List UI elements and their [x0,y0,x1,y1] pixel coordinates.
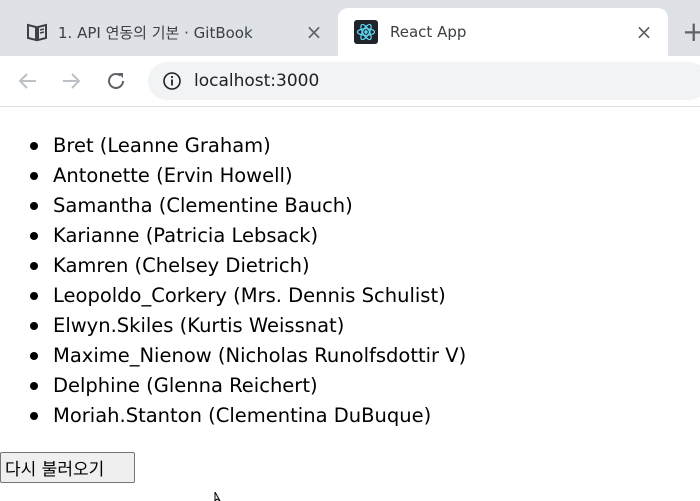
user-label: Moriah.Stanton (Clementina DuBuque) [53,404,432,427]
new-tab-icon[interactable]: + [682,18,700,46]
list-item: Samantha (Clementine Bauch) [0,191,466,221]
list-item: Kamren (Chelsey Dietrich) [0,251,466,281]
close-tab-icon[interactable]: × [634,22,654,42]
react-icon [354,20,378,44]
bullet [30,352,38,360]
user-label: Leopoldo_Corkery (Mrs. Dennis Schulist) [53,284,446,307]
user-label: Kamren (Chelsey Dietrich) [53,254,310,277]
forward-arrow-icon[interactable] [58,68,84,94]
tab-title: 1. API 연동의 기본 · GitBook [58,23,253,42]
bullet [30,232,38,240]
tab-title: React App [390,23,467,41]
user-label: Samantha (Clementine Bauch) [53,194,353,217]
tab-gitbook[interactable]: 1. API 연동의 기본 · GitBook × [0,8,338,56]
book-icon [27,23,47,42]
user-label: Antonette (Ervin Howell) [53,164,293,187]
list-item: Antonette (Ervin Howell) [0,161,466,191]
reload-users-button[interactable]: 다시 불러오기 [0,452,135,483]
address-bar[interactable]: localhost:3000 [148,62,700,100]
tab-react-app[interactable]: React App × [338,8,668,56]
list-item: Karianne (Patricia Lebsack) [0,221,466,251]
browser-toolbar: localhost:3000 [0,56,700,107]
bullet [30,382,38,390]
url-text: localhost:3000 [194,71,320,91]
user-label: Maxime_Nienow (Nicholas Runolfsdottir V) [53,344,467,367]
bullet [30,322,38,330]
list-item: Delphine (Glenna Reichert) [0,371,466,401]
list-item: Bret (Leanne Graham) [0,131,466,161]
tab-strip: 1. API 연동의 기본 · GitBook × React App × + [0,0,700,56]
list-item: Maxime_Nienow (Nicholas Runolfsdottir V) [0,341,466,371]
user-label: Elwyn.Skiles (Kurtis Weissnat) [53,314,345,337]
list-item: Moriah.Stanton (Clementina DuBuque) [0,401,466,431]
user-label: Karianne (Patricia Lebsack) [53,224,319,247]
user-label: Bret (Leanne Graham) [53,134,271,157]
user-list: Bret (Leanne Graham) Antonette (Ervin Ho… [0,131,466,431]
info-icon[interactable] [162,71,182,91]
user-label: Delphine (Glenna Reichert) [53,374,318,397]
list-item: Elwyn.Skiles (Kurtis Weissnat) [0,311,466,341]
back-arrow-icon[interactable] [15,68,41,94]
mouse-cursor-icon [214,492,221,501]
bullet [30,262,38,270]
bullet [30,292,38,300]
reload-icon[interactable] [103,68,129,94]
bullet [30,202,38,210]
list-item: Leopoldo_Corkery (Mrs. Dennis Schulist) [0,281,466,311]
bullet [30,412,38,420]
bullet [30,172,38,180]
close-tab-icon[interactable]: × [304,22,324,42]
bullet [30,142,38,150]
